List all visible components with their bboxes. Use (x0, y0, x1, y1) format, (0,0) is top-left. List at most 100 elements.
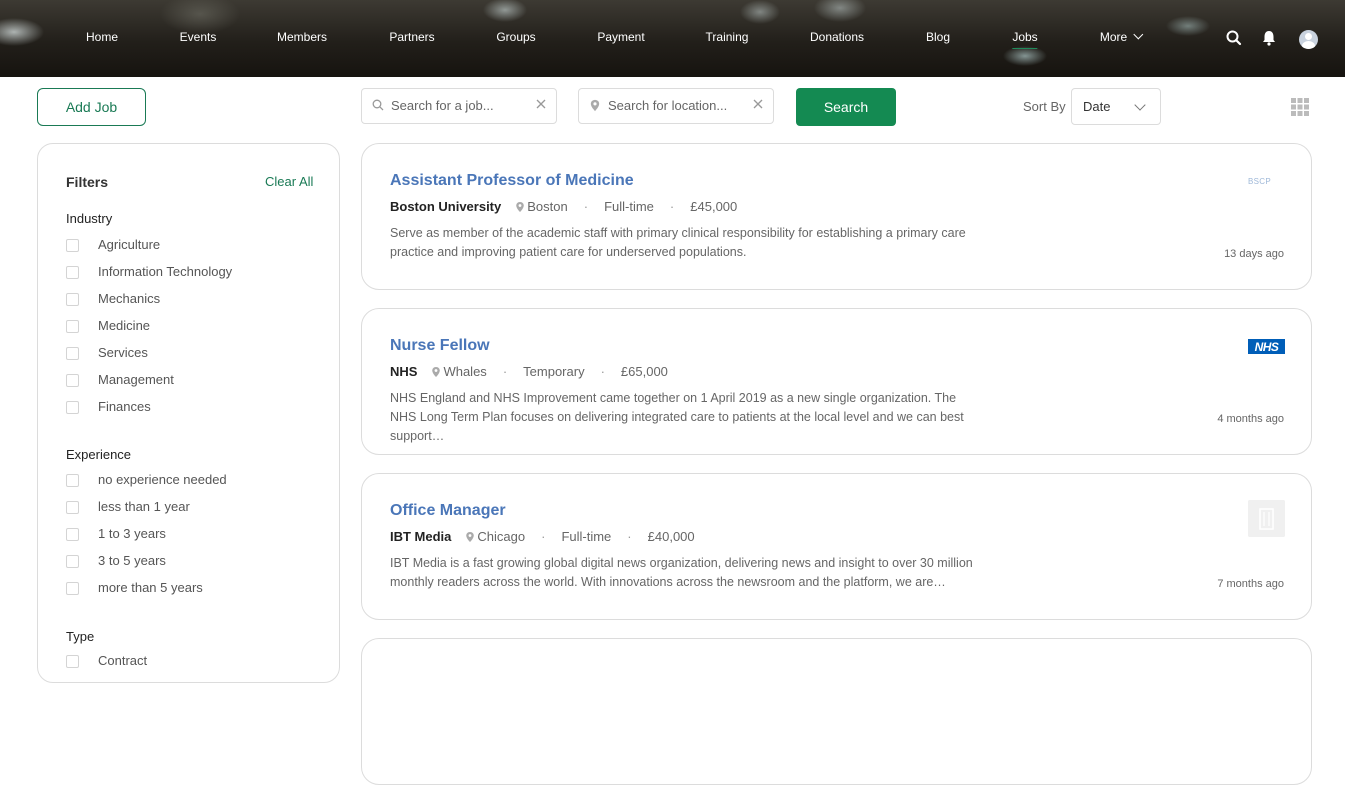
job-card[interactable] (361, 638, 1312, 785)
filter-option-label: Information Technology (98, 264, 233, 279)
company-logo: NHS (1248, 339, 1285, 354)
checkbox[interactable] (66, 319, 79, 333)
nav-payment[interactable]: Payment (597, 30, 644, 44)
filter-option-label: Services (98, 345, 148, 360)
checkbox[interactable] (66, 581, 79, 595)
filter-group-experience-title: Experience (66, 447, 132, 462)
filter-option-label: more than 5 years (98, 580, 203, 595)
nav-blog[interactable]: Blog (926, 30, 950, 44)
job-title[interactable]: Office Manager (390, 502, 506, 520)
checkbox[interactable] (66, 654, 79, 668)
job-card[interactable]: Office Manager IBT Media Chicago · Full-… (361, 473, 1312, 620)
job-search-input[interactable]: Search for a job... (361, 88, 557, 124)
nav-more[interactable]: More (1099, 29, 1144, 44)
filter-option-management[interactable]: Management (66, 372, 174, 388)
job-title[interactable]: Assistant Professor of Medicine (390, 172, 634, 190)
checkbox[interactable] (66, 527, 79, 541)
filter-option-label: less than 1 year (98, 499, 190, 514)
location-search-placeholder: Search for location... (608, 98, 728, 113)
filter-option-3-to-5-years[interactable]: 3 to 5 years (66, 553, 166, 569)
job-salary: £40,000 (647, 529, 695, 544)
checkbox[interactable] (66, 554, 79, 568)
search-icon (372, 99, 384, 111)
filter-option-label: no experience needed (98, 472, 227, 487)
nav-groups[interactable]: Groups (496, 30, 535, 44)
checkbox[interactable] (66, 500, 79, 514)
top-navigation-bar: Home Events Members Partners Groups Paym… (0, 0, 1345, 77)
company-logo: BSCP (1248, 177, 1271, 186)
company-name: IBT Media (390, 529, 452, 544)
filter-option-services[interactable]: Services (66, 345, 148, 361)
job-type: Temporary (523, 364, 585, 379)
job-description: IBT Media is a fast growing global digit… (390, 556, 973, 589)
location-search-input[interactable]: Search for location... (578, 88, 774, 124)
filter-option-medicine[interactable]: Medicine (66, 318, 150, 334)
filter-option-label: Mechanics (98, 291, 161, 306)
job-salary: £65,000 (620, 364, 668, 379)
nav-more-label: More (1099, 30, 1128, 44)
filter-group-industry-title: Industry (66, 211, 113, 226)
clear-search-icon[interactable] (534, 97, 548, 111)
job-description: Serve as member of the academic staff wi… (390, 226, 966, 259)
building-placeholder-icon (1248, 500, 1285, 537)
filters-panel: Filters Clear All Industry Agriculture I… (37, 143, 340, 683)
search-button[interactable]: Search (796, 88, 896, 126)
separator-dot: · (627, 529, 632, 544)
nav-home[interactable]: Home (86, 30, 118, 44)
company-name: NHS (390, 364, 418, 379)
location-pin-icon (516, 201, 524, 212)
job-location: Chicago (477, 529, 526, 544)
job-search-placeholder: Search for a job... (391, 98, 494, 113)
nav-partners[interactable]: Partners (389, 30, 434, 44)
nav-training[interactable]: Training (706, 30, 749, 44)
filter-option-information-technology[interactable]: Information Technology (66, 264, 232, 280)
filter-option-agriculture[interactable]: Agriculture (66, 237, 160, 253)
job-card[interactable]: Assistant Professor of Medicine Boston U… (361, 143, 1312, 290)
checkbox[interactable] (66, 238, 79, 252)
nav-donations[interactable]: Donations (810, 30, 864, 44)
separator-dot: · (600, 364, 605, 379)
user-avatar-icon[interactable] (1299, 30, 1318, 49)
checkbox[interactable] (66, 292, 79, 306)
chevron-down-icon (1134, 99, 1146, 111)
separator-dot: · (583, 199, 589, 214)
search-icon[interactable] (1225, 29, 1243, 47)
posted-time: 4 months ago (1217, 413, 1284, 425)
nav-events[interactable]: Events (180, 30, 217, 44)
filter-option-more-than-5-years[interactable]: more than 5 years (66, 580, 203, 596)
job-location: Whales (443, 364, 487, 379)
separator-dot: · (669, 199, 675, 214)
filter-option-label: 3 to 5 years (98, 553, 166, 568)
filter-option-less-than-1-year[interactable]: less than 1 year (66, 499, 190, 515)
filter-option-finances[interactable]: Finances (66, 399, 151, 415)
clear-all-link[interactable]: Clear All (265, 174, 313, 189)
checkbox[interactable] (66, 400, 79, 414)
checkbox[interactable] (66, 473, 79, 487)
filter-option-no-experience[interactable]: no experience needed (66, 472, 227, 488)
filter-option-label: Management (98, 372, 174, 387)
nav-members[interactable]: Members (277, 30, 327, 44)
location-pin-icon (432, 366, 441, 377)
filter-group-type-title: Type (66, 629, 95, 644)
filter-option-1-to-3-years[interactable]: 1 to 3 years (66, 526, 166, 542)
separator-dot: · (541, 529, 546, 544)
job-title[interactable]: Nurse Fellow (390, 337, 490, 355)
clear-location-icon[interactable] (751, 97, 765, 111)
checkbox[interactable] (66, 373, 79, 387)
filter-option-label: Finances (98, 399, 151, 414)
job-card[interactable]: Nurse Fellow NHS Whales · Temporary · £6… (361, 308, 1312, 455)
filter-option-label: 1 to 3 years (98, 526, 166, 541)
add-job-button[interactable]: Add Job (37, 88, 146, 126)
bell-icon[interactable] (1260, 29, 1278, 47)
checkbox[interactable] (66, 265, 79, 279)
filter-option-contract[interactable]: Contract (66, 653, 147, 669)
job-salary: £45,000 (690, 199, 738, 214)
filters-title: Filters (66, 174, 109, 190)
sort-by-label: Sort By (1023, 99, 1066, 114)
sort-select[interactable]: Date (1071, 88, 1161, 125)
nav-jobs[interactable]: Jobs (1012, 30, 1039, 49)
posted-time: 7 months ago (1217, 578, 1284, 590)
filter-option-mechanics[interactable]: Mechanics (66, 291, 160, 307)
checkbox[interactable] (66, 346, 79, 360)
grid-view-icon[interactable] (1291, 98, 1309, 116)
